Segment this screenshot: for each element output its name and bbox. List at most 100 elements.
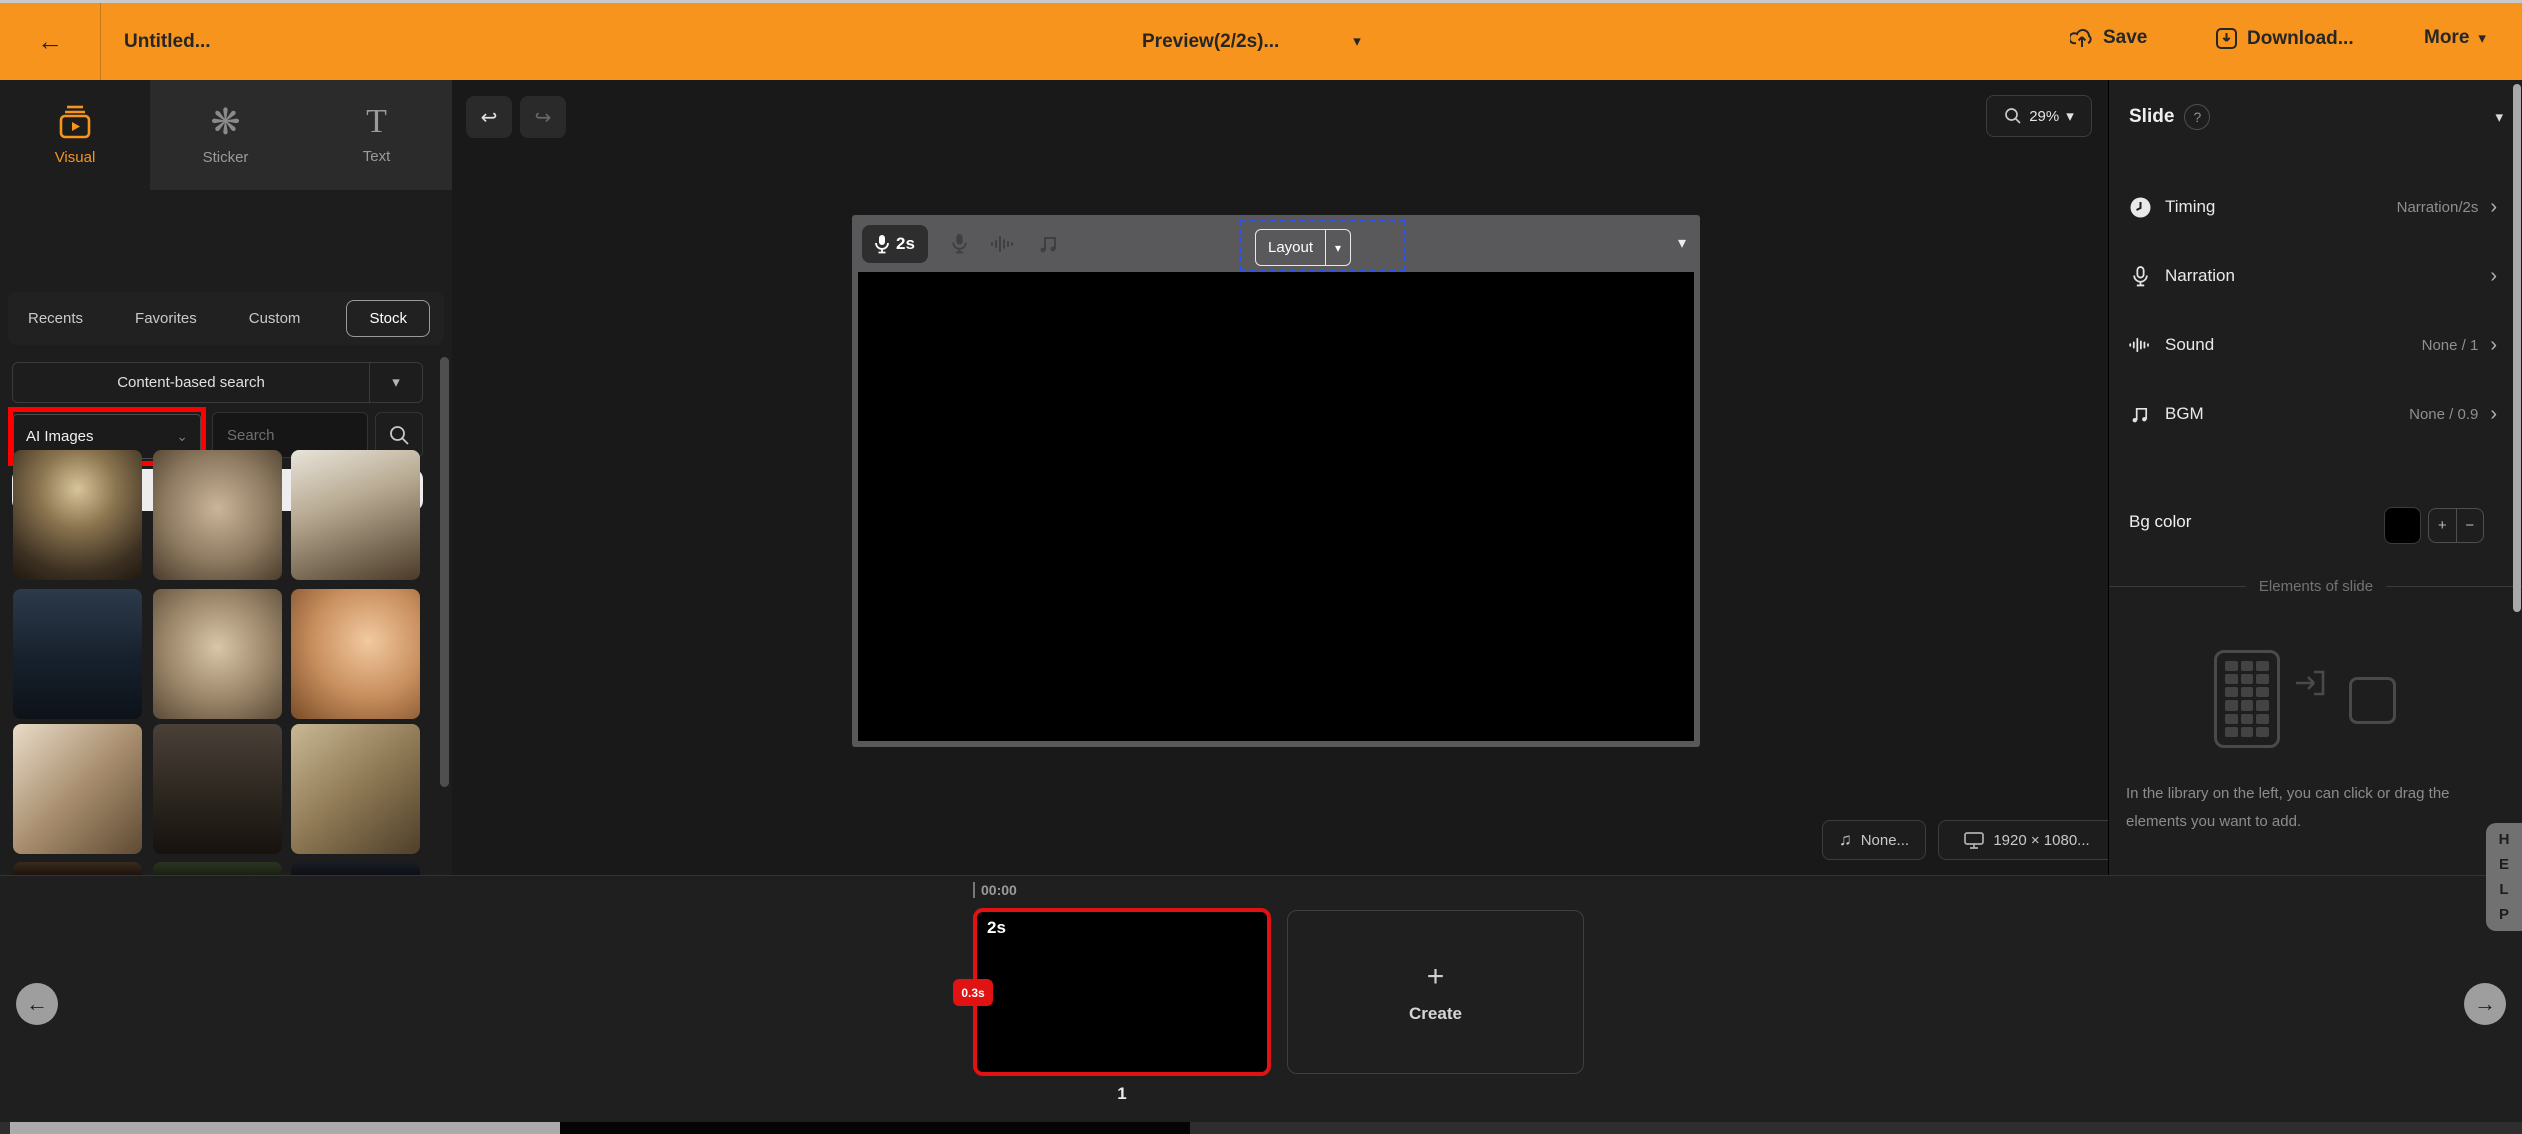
timeline: 00:00 2s 0.3s 1 + Create ← → [0, 875, 2522, 1122]
tab-text[interactable]: T Text [301, 80, 452, 190]
tab-visual[interactable]: Visual [0, 80, 150, 190]
content-search-caret-icon: ▾ [370, 375, 422, 390]
narration-mic-icon [2129, 266, 2151, 287]
download-icon [2215, 27, 2238, 50]
stock-image-hands-holding-flower-crack[interactable] [153, 589, 282, 719]
more-caret-icon: ▾ [2478, 31, 2486, 46]
narration-row[interactable]: Narration › [2129, 259, 2497, 293]
more-button[interactable]: More ▾ [2424, 27, 2486, 49]
mic-icon [875, 234, 889, 254]
sticker-icon: ❋ [210, 104, 240, 140]
project-title[interactable]: Untitled... [124, 31, 211, 53]
help-tab[interactable]: H E L P [2486, 823, 2522, 931]
stock-image-cropped-thumbnail-1[interactable] [13, 862, 142, 875]
help-letter: H [2499, 827, 2510, 852]
mic-muted-icon[interactable] [952, 233, 967, 254]
library-subtabs: Recents Favorites Custom Stock [8, 292, 444, 345]
sound-chevron-icon: › [2490, 334, 2497, 357]
stock-image-cropped-thumbnail-2[interactable] [153, 862, 282, 875]
preview-caret-icon: ▾ [1353, 34, 1361, 49]
subtab-recents[interactable]: Recents [22, 302, 89, 335]
resolution-button[interactable]: 1920 × 1080... [1938, 820, 2116, 860]
bg-color-minus-button[interactable]: − [2457, 509, 2484, 542]
bgm-row[interactable]: BGM None / 0.9 › [2129, 397, 2497, 431]
timing-chevron-icon: › [2490, 196, 2497, 219]
properties-scrollbar[interactable] [2513, 84, 2521, 612]
timeline-next-button[interactable]: → [2464, 983, 2506, 1025]
narration-chevron-icon: › [2490, 265, 2497, 288]
slide-canvas: 2s [852, 215, 1700, 747]
stock-image-woman-with-phone-evening[interactable] [153, 724, 282, 854]
library-scrollbar[interactable] [440, 357, 449, 787]
redo-button[interactable]: ↪ [520, 96, 566, 138]
clock-icon [2129, 197, 2151, 218]
stock-image-child-with-dandelion-seed[interactable] [291, 589, 420, 719]
help-question-icon[interactable]: ? [2184, 104, 2210, 130]
stock-image-chef-plating-dish[interactable] [291, 450, 420, 580]
scrollbar-dark-segment [560, 1122, 1190, 1134]
bg-color-swatch[interactable] [2384, 507, 2421, 544]
sound-wave-icon[interactable] [991, 235, 1015, 253]
subtab-stock[interactable]: Stock [346, 300, 430, 337]
transition-duration-value: 0.3s [961, 986, 984, 1000]
music-note-icon[interactable] [1039, 234, 1059, 254]
undo-button[interactable]: ↩ [466, 96, 512, 138]
stock-image-two-women-talking-cafe[interactable] [13, 724, 142, 854]
narration-duration-pill[interactable]: 2s [862, 225, 928, 263]
elements-divider-label: Elements of slide [2246, 578, 2386, 595]
create-slide-button[interactable]: + Create [1287, 910, 1584, 1074]
sound-label: Sound [2165, 335, 2422, 355]
monitor-icon [1964, 832, 1984, 849]
stock-image-cropped-thumbnail-3[interactable] [291, 862, 420, 875]
download-button[interactable]: Download... [2215, 27, 2354, 50]
divider-line-left [2109, 586, 2246, 587]
category-chevron-icon: ⌄ [176, 428, 188, 445]
timing-row[interactable]: Timing Narration/2s › [2129, 190, 2497, 224]
horizontal-scrollbar[interactable] [0, 1122, 2522, 1134]
bgm-note-icon: ♫ [1839, 830, 1852, 850]
sound-row[interactable]: Sound None / 1 › [2129, 328, 2497, 362]
playhead-tick [973, 882, 975, 898]
bg-color-stepper: + − [2428, 508, 2484, 543]
subtab-custom[interactable]: Custom [243, 302, 307, 335]
timeline-prev-button[interactable]: ← [16, 983, 58, 1025]
timecode-label: 00:00 [981, 882, 1017, 898]
save-button[interactable]: Save [2070, 27, 2147, 49]
preview-dropdown[interactable]: Preview(2/2s)... ▾ [1142, 3, 1361, 80]
video-preview-area[interactable] [858, 272, 1694, 741]
create-plus-icon: + [1427, 960, 1445, 994]
zoom-control[interactable]: 29% ▾ [1986, 95, 2092, 137]
content-based-search-label: Content-based search [13, 374, 369, 391]
slide-index-label: 1 [973, 1084, 1271, 1104]
visual-icon [55, 104, 95, 140]
preview-label: Preview(2/2s)... [1142, 31, 1279, 53]
tab-sticker-label: Sticker [203, 149, 249, 166]
toolbar-collapse-caret-icon[interactable]: ▾ [1678, 233, 1686, 253]
slide-bgm-button[interactable]: ♫ None... [1822, 820, 1926, 860]
stock-image-grandfather-laughing-swing[interactable] [291, 724, 420, 854]
save-cloud-icon [2070, 27, 2094, 49]
transition-duration-badge[interactable]: 0.3s [953, 979, 993, 1006]
stock-image-couple-walking-foggy-forest[interactable] [13, 450, 142, 580]
category-value: AI Images [26, 428, 94, 445]
subtab-favorites[interactable]: Favorites [129, 302, 203, 335]
layout-selection-outline: Layout ▾ [1240, 220, 1406, 271]
slide-thumbnail-1[interactable]: 2s [973, 908, 1271, 1076]
layout-button[interactable]: Layout ▾ [1255, 229, 1351, 266]
bg-color-plus-button[interactable]: + [2429, 509, 2456, 542]
tab-sticker[interactable]: ❋ Sticker [150, 80, 301, 190]
library-grid-illustration-icon [2214, 650, 2280, 748]
create-label: Create [1409, 1004, 1462, 1024]
stock-image-hands-shaping-clay-heart[interactable] [153, 450, 282, 580]
horizontal-scrollbar-thumb[interactable] [10, 1122, 560, 1134]
back-arrow-icon: ← [37, 26, 63, 57]
canvas-toolbar: 2s [852, 215, 1700, 272]
content-based-search-dropdown[interactable]: Content-based search ▾ [12, 362, 423, 403]
back-button[interactable]: ← [0, 26, 100, 57]
stock-image-person-by-night-river[interactable] [13, 589, 142, 719]
topbar-divider [100, 3, 101, 80]
panel-collapse-caret-icon[interactable]: ▾ [2495, 110, 2503, 125]
app-window: { "icons": { "back": "←", "caret_down": … [0, 0, 2522, 1134]
plus-icon: + [2438, 517, 2447, 534]
library-panel: Visual ❋ Sticker T Text Recents Favorite… [0, 80, 452, 875]
